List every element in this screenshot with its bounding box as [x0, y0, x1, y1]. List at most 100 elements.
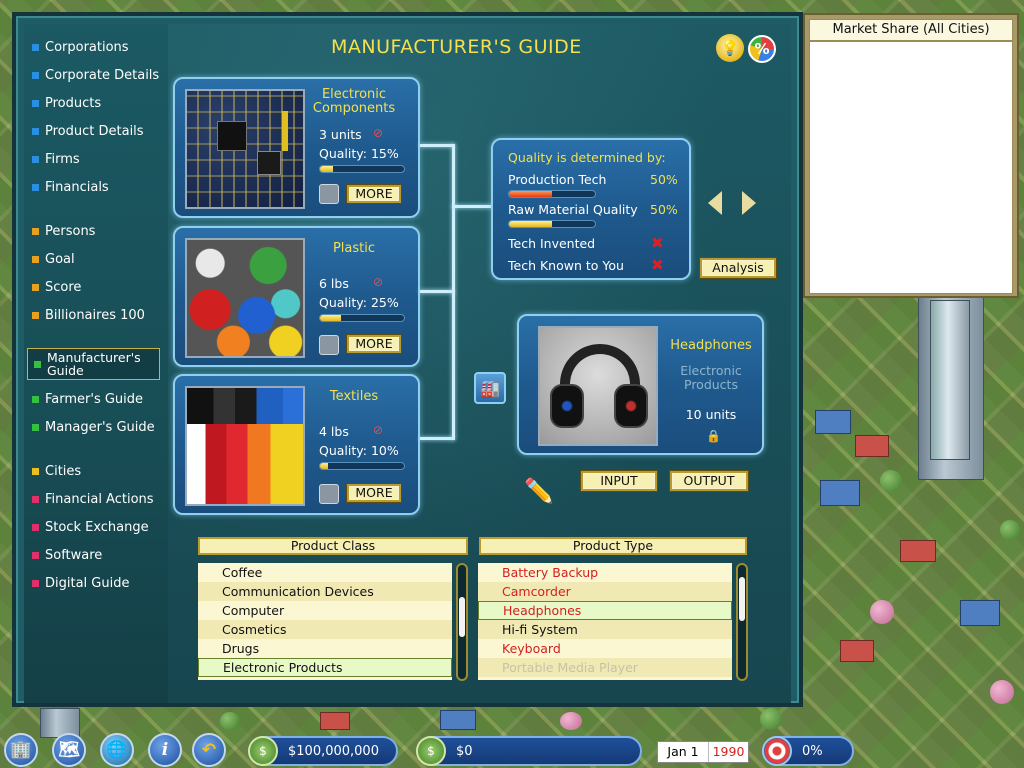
more-button[interactable]: MORE — [347, 484, 401, 502]
product-class-scrollbar[interactable] — [456, 563, 468, 681]
undo-icon[interactable]: ↶ — [192, 733, 226, 767]
info-icon[interactable]: i — [148, 733, 182, 767]
percent-icon[interactable]: % — [748, 35, 776, 63]
sidebar-item-corporations[interactable]: Corporations — [32, 36, 129, 58]
list-item[interactable]: Portable Media Player — [478, 658, 732, 677]
product-type-list[interactable]: Battery Backup Camcorder Headphones Hi-fi S… — [478, 563, 732, 680]
pencil-icon[interactable]: ✏️ — [522, 473, 556, 509]
production-tech-value: 50% — [650, 172, 678, 187]
list-item[interactable]: Electronic Products — [198, 658, 452, 677]
material-card-textiles: Textiles 4 lbs ⊘ Quality: 10% MORE — [173, 374, 420, 515]
sidebar-item-goal[interactable]: Goal — [32, 248, 75, 270]
market-share-chart-area — [809, 41, 1013, 294]
quality-panel: Quality is determined by: Production Tec… — [491, 138, 691, 280]
list-item[interactable]: Coffee — [198, 563, 452, 582]
material-amount: 4 lbs — [319, 424, 349, 439]
no-stock-icon: ⊘ — [373, 423, 384, 437]
raw-material-label: Raw Material Quality — [508, 202, 638, 217]
bullet-icon — [32, 127, 39, 135]
material-card-electronic-components: Electronic Components 3 units ⊘ Quality:… — [173, 77, 420, 218]
scrollbar-thumb[interactable] — [739, 577, 745, 621]
material-checkbox[interactable] — [319, 484, 339, 504]
analysis-button[interactable]: Analysis — [700, 258, 776, 278]
list-item[interactable]: Headphones — [478, 601, 732, 620]
sidebar-item-label: Farmer's Guide — [45, 391, 144, 407]
house — [840, 640, 874, 662]
date-value: Jan 1 — [667, 744, 699, 759]
sidebar-item-persons[interactable]: Persons — [32, 220, 95, 242]
sidebar-item-stock-exchange[interactable]: Stock Exchange — [32, 516, 149, 538]
sidebar-item-cities[interactable]: Cities — [32, 460, 81, 482]
sidebar-item-financials[interactable]: Financials — [32, 176, 109, 198]
sidebar-item-firms[interactable]: Firms — [32, 148, 80, 170]
product-class-header[interactable]: Product Class — [198, 537, 468, 555]
product-class-list[interactable]: Coffee Communication Devices Computer Cosme… — [198, 563, 452, 680]
scrollbar-thumb[interactable] — [459, 597, 465, 637]
more-button[interactable]: MORE — [347, 335, 401, 353]
sidebar-item-label: Financials — [45, 179, 109, 195]
sidebar-item-product-details[interactable]: Product Details — [32, 120, 144, 142]
connector-line — [420, 144, 454, 147]
bullet-icon — [32, 71, 39, 79]
lightbulb-icon[interactable]: 💡 — [716, 34, 744, 62]
material-checkbox[interactable] — [319, 335, 339, 355]
speed-display[interactable]: 0% — [762, 736, 854, 766]
sidebar-item-manufacturer-s-guide[interactable]: Manufacturer's Guide — [27, 348, 160, 380]
bullet-icon — [32, 283, 39, 291]
bullet-icon — [32, 155, 39, 163]
sidebar-item-financial-actions[interactable]: Financial Actions — [32, 488, 154, 510]
output-button[interactable]: OUTPUT — [670, 471, 748, 491]
arrow-right-icon[interactable] — [742, 191, 756, 215]
bullet-icon — [34, 360, 41, 368]
market-share-panel: Market Share (All Cities) — [803, 13, 1019, 298]
input-button[interactable]: INPUT — [581, 471, 657, 491]
product-units: 10 units — [685, 407, 737, 422]
quality-bar-fill — [320, 463, 329, 469]
bullet-icon — [32, 467, 39, 475]
cross-icon: ✖ — [651, 256, 664, 274]
building-icon[interactable]: 🏢 — [4, 733, 38, 767]
sidebar-item-label: Persons — [45, 223, 96, 239]
more-button[interactable]: MORE — [347, 185, 401, 203]
arrow-left-icon[interactable] — [708, 191, 722, 215]
sidebar-item-manager-s-guide[interactable]: Manager's Guide — [32, 416, 155, 438]
headphones-image — [538, 326, 658, 446]
list-item[interactable]: Keyboard — [478, 639, 732, 658]
product-type-scrollbar[interactable] — [736, 563, 748, 681]
globe-icon[interactable]: 🌐 — [100, 733, 134, 767]
sidebar-item-digital-guide[interactable]: Digital Guide — [32, 572, 129, 594]
material-name: Electronic Components — [312, 87, 396, 116]
list-item[interactable]: Communication Devices — [198, 582, 452, 601]
list-item[interactable]: Battery Backup — [478, 563, 732, 582]
list-item[interactable]: Cosmetics — [198, 620, 452, 639]
list-item[interactable]: Drugs — [198, 639, 452, 658]
bullet-icon — [32, 227, 39, 235]
tree — [760, 708, 782, 730]
cash-display: $ $100,000,000 — [248, 736, 398, 766]
quality-bar-fill — [320, 166, 333, 172]
raw-material-bar — [508, 220, 596, 228]
house — [440, 710, 476, 730]
money-icon: $ — [248, 736, 278, 766]
profit-display: $ $0 — [416, 736, 642, 766]
map-icon[interactable]: 🗺 — [52, 733, 86, 767]
list-item[interactable]: Camcorder — [478, 582, 732, 601]
factory-icon[interactable]: 🏭 — [474, 372, 506, 404]
cross-icon: ✖ — [651, 234, 664, 252]
sidebar-item-corporate-details[interactable]: Corporate Details — [32, 64, 159, 86]
sidebar-item-score[interactable]: Score — [32, 276, 81, 298]
sidebar-item-label: Billionaires 100 — [45, 307, 145, 323]
sidebar-item-billionaires-100[interactable]: Billionaires 100 — [32, 304, 145, 326]
bullet-icon — [32, 183, 39, 191]
lock-icon: 🔒 — [706, 429, 721, 443]
raw-material-bar-fill — [509, 221, 552, 227]
sidebar-item-label: Financial Actions — [45, 491, 154, 507]
sidebar-item-products[interactable]: Products — [32, 92, 101, 114]
list-item[interactable]: Computer — [198, 601, 452, 620]
material-checkbox[interactable] — [319, 184, 339, 204]
list-item[interactable]: Hi-fi System — [478, 620, 732, 639]
product-type-header[interactable]: Product Type — [479, 537, 747, 555]
material-name: Plastic — [332, 241, 376, 256]
sidebar-item-software[interactable]: Software — [32, 544, 102, 566]
sidebar-item-farmer-s-guide[interactable]: Farmer's Guide — [32, 388, 143, 410]
